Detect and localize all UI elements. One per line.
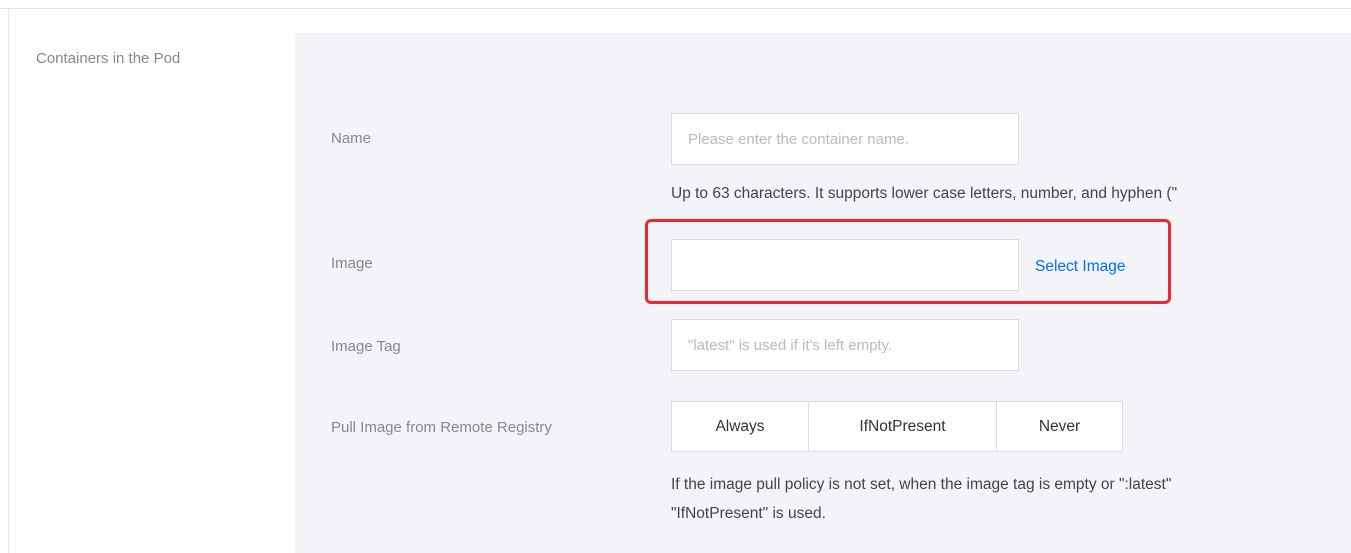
left-divider — [8, 8, 9, 553]
image-tag-input[interactable] — [671, 319, 1019, 371]
page: Containers in the Pod Name Up to 63 char… — [0, 0, 1351, 553]
container-name-input[interactable] — [671, 113, 1019, 165]
pull-policy-always-button[interactable]: Always — [672, 402, 808, 451]
image-input[interactable] — [671, 239, 1019, 291]
select-image-link[interactable]: Select Image — [1035, 258, 1125, 276]
image-label: Image — [331, 255, 373, 272]
name-help-text: Up to 63 characters. It supports lower c… — [671, 185, 1178, 202]
name-label: Name — [331, 130, 372, 147]
pull-policy-never-button[interactable]: Never — [996, 402, 1122, 451]
pull-policy-label: Pull Image from Remote Registry — [331, 419, 552, 436]
section-label: Containers in the Pod — [36, 50, 181, 67]
pull-policy-selector: Always IfNotPresent Never — [671, 401, 1123, 452]
pull-policy-ifnotpresent-button[interactable]: IfNotPresent — [808, 402, 996, 451]
top-divider — [0, 8, 1351, 9]
pull-policy-help-line-2: "IfNotPresent" is used. — [671, 505, 826, 522]
image-tag-label: Image Tag — [331, 338, 401, 355]
container-form-panel: Name Up to 63 characters. It supports lo… — [295, 33, 1351, 553]
pull-policy-help-line-1: If the image pull policy is not set, whe… — [671, 476, 1172, 493]
